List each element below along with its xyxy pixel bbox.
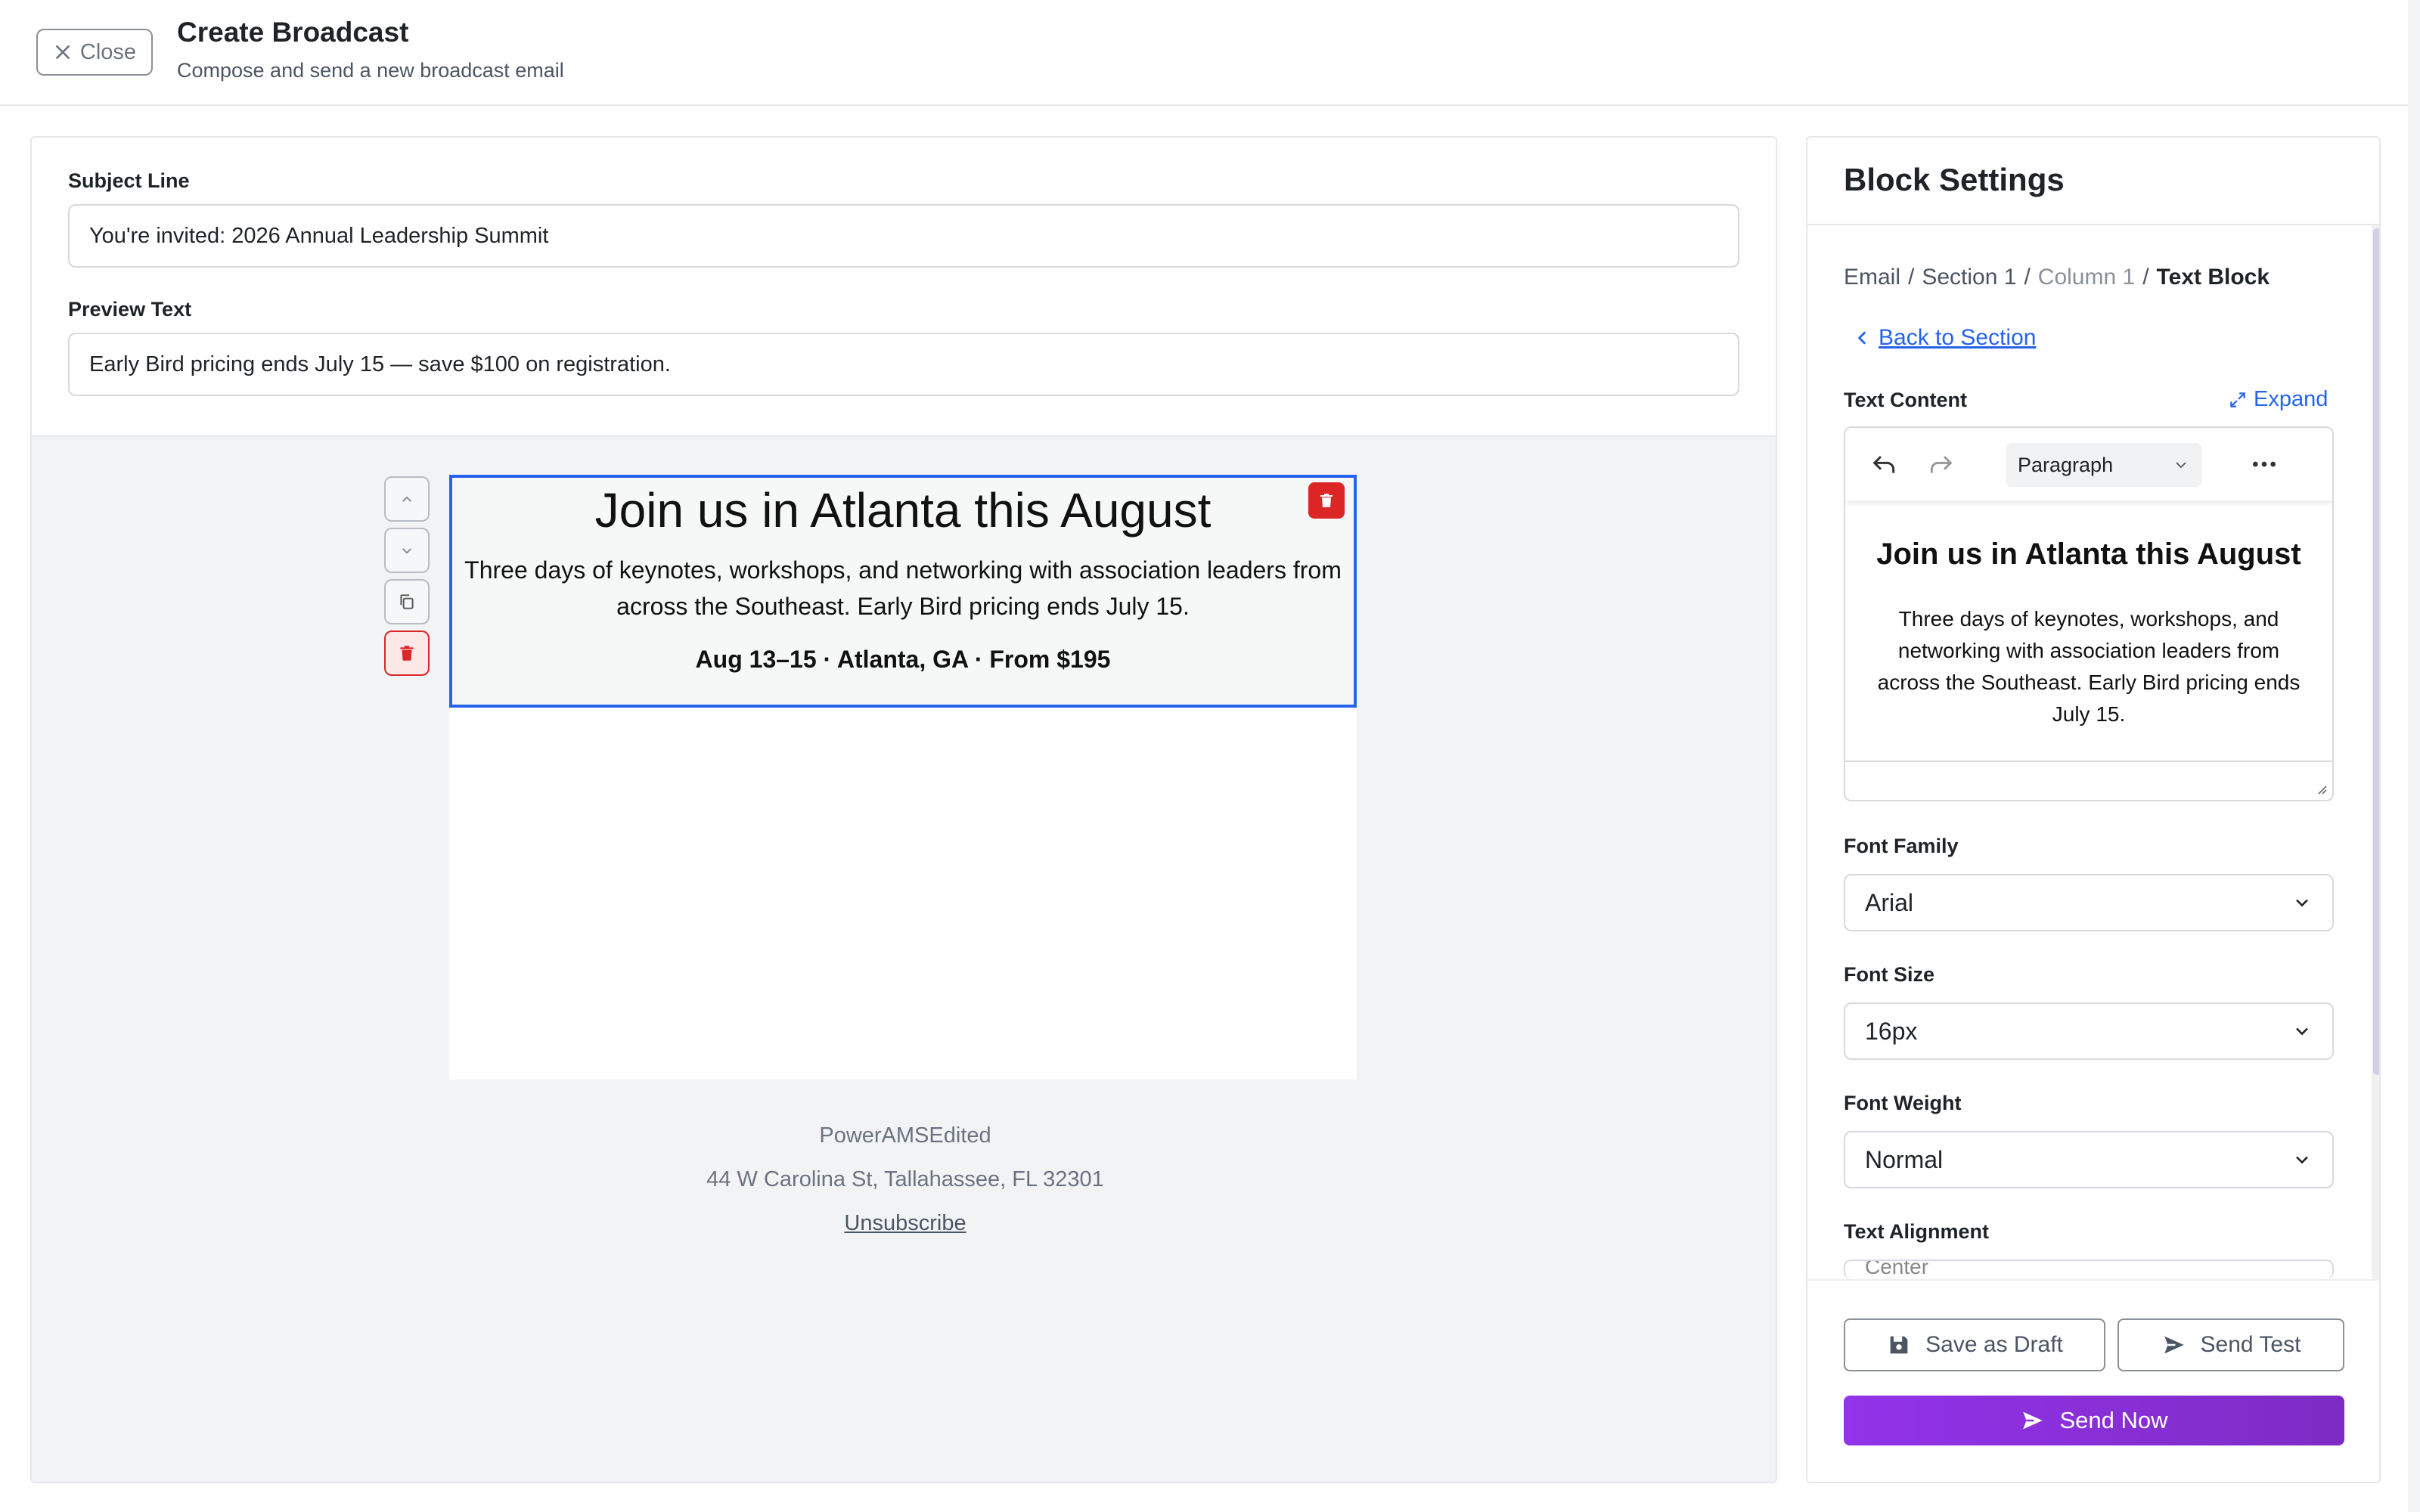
send-test-button[interactable]: Send Test bbox=[2118, 1318, 2344, 1371]
preview-text-label: Preview Text bbox=[68, 298, 192, 321]
font-family-select[interactable]: Arial bbox=[1844, 874, 2334, 931]
send-icon bbox=[2164, 1336, 2184, 1354]
save-draft-label: Save as Draft bbox=[1925, 1332, 2063, 1357]
expand-editor-button[interactable]: Expand bbox=[2228, 387, 2328, 412]
chevron-down-icon bbox=[402, 548, 412, 554]
more-options-button[interactable] bbox=[2246, 446, 2282, 482]
block-body-text: Three days of keynotes, workshops, and n… bbox=[464, 556, 1342, 620]
font-size-label: Font Size bbox=[1844, 963, 1934, 986]
unsubscribe-link[interactable]: Unsubscribe bbox=[844, 1211, 966, 1235]
editor-statusbar bbox=[1845, 761, 2332, 800]
subject-line-input[interactable]: You're invited: 2026 Annual Leadership S… bbox=[68, 204, 1739, 268]
selected-text-block[interactable]: Join us in Atlanta this August Three day… bbox=[449, 475, 1357, 708]
delete-block-side-button[interactable] bbox=[384, 631, 430, 676]
breadcrumb-section[interactable]: Section 1 bbox=[1922, 265, 2016, 290]
scrollbar-track[interactable] bbox=[2372, 225, 2379, 1279]
chevron-down-icon bbox=[2296, 1027, 2308, 1036]
chevron-down-icon bbox=[2296, 899, 2308, 907]
font-size-select[interactable]: 16px bbox=[1844, 1002, 2334, 1060]
rich-text-editor[interactable]: Paragraph Join us in Atlanta this August… bbox=[1844, 426, 2334, 801]
subject-line-label: Subject Line bbox=[68, 169, 190, 192]
block-headline: Join us in Atlanta this August bbox=[594, 483, 1212, 538]
font-family-value: Arial bbox=[1865, 888, 1914, 916]
save-draft-button[interactable]: Save as Draft bbox=[1844, 1318, 2105, 1371]
more-icon bbox=[2253, 461, 2276, 467]
block-settings-title: Block Settings bbox=[1844, 162, 2065, 197]
page-title: Create Broadcast bbox=[177, 17, 409, 48]
breadcrumb-email[interactable]: Email bbox=[1844, 265, 1900, 290]
page-subtitle: Compose and send a new broadcast email bbox=[177, 59, 564, 82]
breadcrumb-column[interactable]: Column 1 bbox=[2038, 265, 2135, 290]
editor-toolbar: Paragraph bbox=[1845, 428, 2332, 500]
duplicate-block-button[interactable] bbox=[384, 579, 430, 624]
breadcrumb-current: Text Block bbox=[2156, 265, 2270, 290]
send-test-label: Send Test bbox=[2200, 1332, 2301, 1357]
close-icon bbox=[56, 45, 70, 59]
scrollbar-thumb[interactable] bbox=[2373, 228, 2379, 1075]
block-format-select[interactable]: Paragraph bbox=[2006, 443, 2202, 487]
close-button-label: Close bbox=[79, 39, 137, 64]
font-weight-value: Normal bbox=[1865, 1145, 1944, 1173]
composer-panel: Subject Line You're invited: 2026 Annual… bbox=[30, 136, 1777, 1483]
breadcrumb-separator: / bbox=[2142, 265, 2149, 290]
window-edge bbox=[2408, 0, 2420, 1512]
footer-org-name: PowerAMSEdited bbox=[819, 1123, 991, 1148]
block-settings-panel: Block Settings Email / Section 1 / Column 1 /… bbox=[1806, 136, 2381, 1483]
resize-handle-icon[interactable] bbox=[2313, 780, 2328, 795]
trash-icon bbox=[1320, 494, 1333, 507]
font-size-value: 16px bbox=[1865, 1017, 1918, 1045]
back-to-section-label: Back to Section bbox=[1879, 325, 2037, 350]
editor-content[interactable]: Join us in Atlanta this August Three day… bbox=[1845, 500, 2332, 750]
top-bar: Close Create Broadcast Compose and send … bbox=[0, 0, 2408, 106]
move-down-button[interactable] bbox=[384, 528, 430, 573]
text-alignment-label: Text Alignment bbox=[1844, 1220, 1990, 1243]
chevron-up-icon bbox=[402, 496, 412, 502]
delete-block-button[interactable] bbox=[1308, 482, 1345, 519]
move-up-button[interactable] bbox=[384, 476, 430, 522]
email-canvas: Join us in Atlanta this August Three day… bbox=[32, 435, 1776, 1482]
font-family-label: Font Family bbox=[1844, 835, 1959, 857]
copy-icon bbox=[400, 594, 414, 609]
breadcrumb-separator: / bbox=[1908, 265, 1915, 290]
block-event-details: Aug 13–15 · Atlanta, GA · From $195 bbox=[695, 646, 1111, 673]
font-weight-select[interactable]: Normal bbox=[1844, 1131, 2334, 1188]
chevron-left-icon bbox=[1857, 331, 1866, 345]
expand-label: Expand bbox=[2254, 387, 2328, 411]
email-body: Join us in Atlanta this August Three day… bbox=[449, 475, 1357, 1080]
chevron-down-icon bbox=[2176, 462, 2186, 469]
footer-address: 44 W Carolina St, Tallahassee, FL 32301 bbox=[706, 1167, 1104, 1191]
redo-button[interactable] bbox=[1922, 446, 1959, 482]
block-format-value: Paragraph bbox=[2018, 453, 2114, 476]
font-weight-label: Font Weight bbox=[1844, 1092, 1962, 1114]
redo-icon bbox=[1930, 455, 1953, 473]
action-bar: Save as Draft Send Test Send Now bbox=[1807, 1279, 2379, 1482]
footer-unsubscribe: Unsubscribe bbox=[32, 1211, 1776, 1236]
save-icon bbox=[1890, 1336, 1908, 1354]
close-button[interactable]: Close bbox=[36, 29, 153, 76]
send-now-button[interactable]: Send Now bbox=[1844, 1396, 2344, 1445]
undo-icon bbox=[1872, 455, 1895, 473]
text-alignment-value: Center bbox=[1865, 1259, 1929, 1278]
breadcrumb-separator: / bbox=[2024, 265, 2031, 290]
undo-button[interactable] bbox=[1866, 446, 1903, 482]
text-content-label: Text Content bbox=[1844, 389, 1967, 411]
editor-paragraph: Three days of keynotes, workshops, and n… bbox=[1877, 607, 2301, 726]
chevron-down-icon bbox=[2296, 1156, 2308, 1164]
text-alignment-select[interactable]: Center bbox=[1844, 1259, 2334, 1279]
breadcrumb: Email / Section 1 / Column 1 / Text Block bbox=[1844, 265, 2270, 290]
send-now-label: Send Now bbox=[2059, 1407, 2168, 1433]
editor-heading: Join us in Atlanta this August bbox=[1876, 538, 2301, 571]
send-icon bbox=[2023, 1411, 2043, 1430]
expand-icon bbox=[2230, 392, 2245, 407]
trash-icon bbox=[400, 646, 414, 661]
preview-text-input[interactable]: Early Bird pricing ends July 15 — save $… bbox=[68, 333, 1739, 396]
back-to-section-link[interactable]: Back to Section bbox=[1853, 325, 2036, 351]
